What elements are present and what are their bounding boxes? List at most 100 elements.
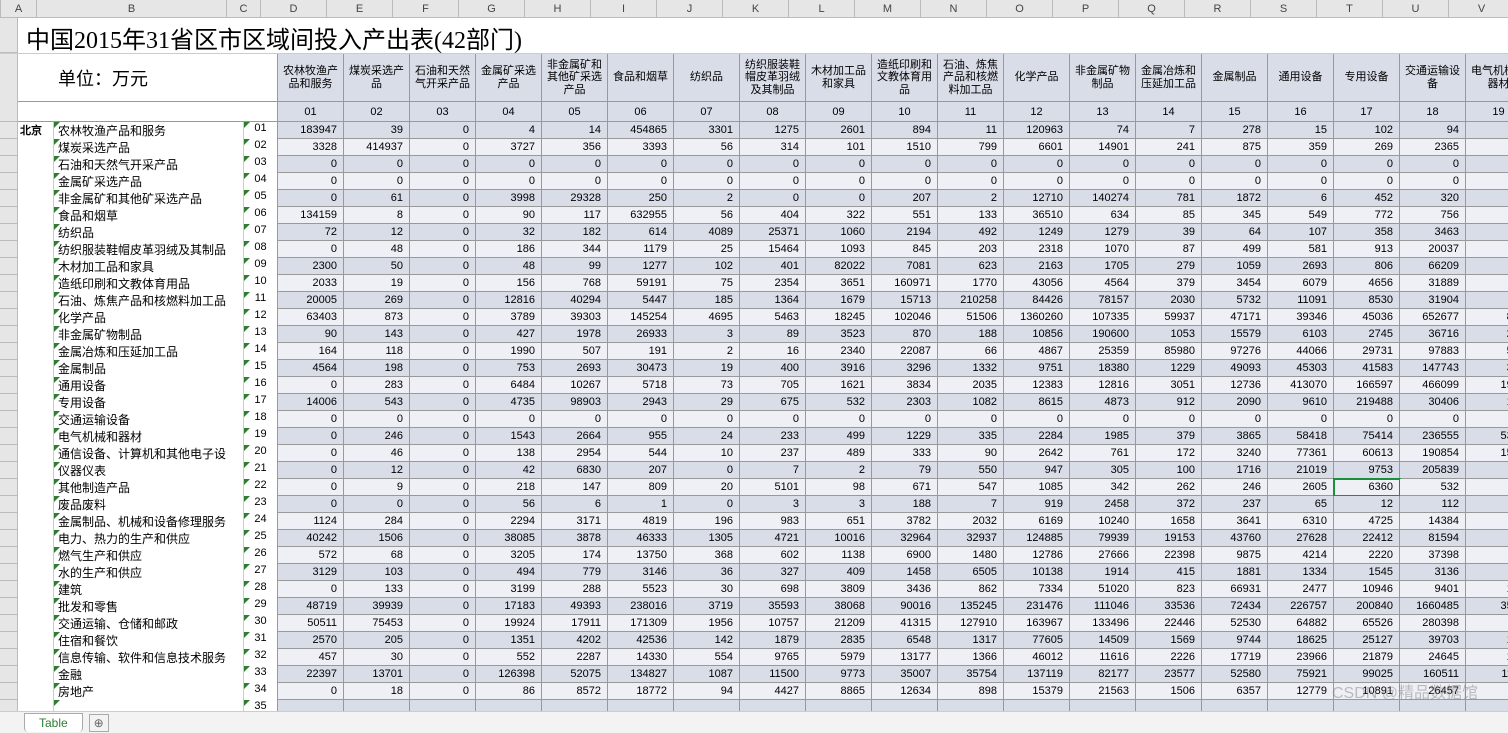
region-cell[interactable] <box>18 445 54 462</box>
data-cell[interactable]: 314 <box>740 139 806 156</box>
data-cell[interactable]: 875 <box>1202 139 1268 156</box>
sector-name-cell[interactable]: 水的生产和供应 <box>54 564 244 581</box>
data-cell[interactable]: 189 <box>1466 632 1508 649</box>
data-cell[interactable]: 25 <box>674 241 740 258</box>
data-cell[interactable]: 1351 <box>476 632 542 649</box>
data-cell[interactable]: 6169 <box>1004 513 1070 530</box>
data-cell[interactable]: 552 <box>476 649 542 666</box>
data-cell[interactable]: 4725 <box>1334 513 1400 530</box>
sector-name-cell[interactable]: 房地产 <box>54 683 244 700</box>
data-cell[interactable]: 356 <box>542 139 608 156</box>
data-cell[interactable]: 11 <box>938 122 1004 139</box>
data-cell[interactable]: 413070 <box>1268 377 1334 394</box>
data-cell[interactable]: 5447 <box>608 292 674 309</box>
data-cell[interactable]: 72434 <box>1202 598 1268 615</box>
data-cell[interactable]: 36510 <box>1004 207 1070 224</box>
data-cell[interactable]: 0 <box>344 156 410 173</box>
region-cell[interactable] <box>18 530 54 547</box>
data-cell[interactable]: 12779 <box>1268 683 1334 700</box>
data-cell[interactable]: 22412 <box>1334 530 1400 547</box>
data-cell[interactable]: 2226 <box>1136 649 1202 666</box>
data-cell[interactable]: 101 <box>806 139 872 156</box>
data-cell[interactable]: 544 <box>608 445 674 462</box>
data-cell[interactable]: 278 <box>1202 122 1268 139</box>
data-cell[interactable]: 46 <box>344 445 410 462</box>
data-cell[interactable]: 401 <box>740 258 806 275</box>
data-cell[interactable]: 5732 <box>1202 292 1268 309</box>
data-cell[interactable]: 0 <box>740 156 806 173</box>
data-cell[interactable]: 20 <box>674 479 740 496</box>
data-cell[interactable]: 51506 <box>938 309 1004 326</box>
data-cell[interactable]: 4735 <box>476 394 542 411</box>
data-cell[interactable]: 0 <box>1202 173 1268 190</box>
data-cell[interactable]: 0 <box>410 224 476 241</box>
sector-code-cell[interactable]: 05 <box>244 190 278 207</box>
data-cell[interactable]: 89 <box>740 326 806 343</box>
data-cell[interactable]: 851 <box>1466 309 1508 326</box>
data-cell[interactable]: 145254 <box>608 309 674 326</box>
data-cell[interactable]: 1480 <box>938 547 1004 564</box>
data-cell[interactable]: 99 <box>542 258 608 275</box>
data-cell[interactable]: 52580 <box>1202 666 1268 683</box>
data-cell[interactable]: 492 <box>938 224 1004 241</box>
data-cell[interactable]: 1569 <box>1136 632 1202 649</box>
data-cell[interactable]: 38068 <box>806 598 872 615</box>
data-cell[interactable]: 32964 <box>872 530 938 547</box>
data-cell[interactable]: 21879 <box>1334 649 1400 666</box>
data-cell[interactable]: 1279 <box>1070 224 1136 241</box>
data-cell[interactable]: 203 <box>938 241 1004 258</box>
data-cell[interactable]: 2303 <box>872 394 938 411</box>
data-cell[interactable]: 12 <box>344 462 410 479</box>
data-cell[interactable]: 3296 <box>872 360 938 377</box>
column-letter[interactable]: T <box>1317 0 1383 17</box>
column-letter[interactable]: F <box>393 0 459 17</box>
data-cell[interactable]: 5523 <box>608 581 674 598</box>
data-cell[interactable]: 142 <box>674 632 740 649</box>
data-cell[interactable]: 78157 <box>1070 292 1136 309</box>
data-cell[interactable]: 400 <box>740 360 806 377</box>
data-cell[interactable]: 0 <box>806 156 872 173</box>
data-cell[interactable]: 2030 <box>1136 292 1202 309</box>
data-cell[interactable]: 61 <box>344 190 410 207</box>
data-cell[interactable]: 5979 <box>806 649 872 666</box>
data-cell[interactable]: 0 <box>1334 411 1400 428</box>
sector-code-cell[interactable]: 01 <box>244 122 278 139</box>
data-cell[interactable]: 919 <box>1004 496 1070 513</box>
data-cell[interactable]: 1978 <box>542 326 608 343</box>
data-cell[interactable]: 250 <box>608 190 674 207</box>
data-cell[interactable]: 19 <box>344 275 410 292</box>
data-cell[interactable]: 15379 <box>1004 683 1070 700</box>
data-cell[interactable]: 345 <box>1202 207 1268 224</box>
data-cell[interactable]: 40242 <box>278 530 344 547</box>
data-cell[interactable]: 190854 <box>1400 445 1466 462</box>
data-cell[interactable]: 66931 <box>1202 581 1268 598</box>
column-letter[interactable]: S <box>1251 0 1317 17</box>
data-cell[interactable]: 13177 <box>872 649 938 666</box>
data-cell[interactable]: 0 <box>278 156 344 173</box>
data-cell[interactable]: 772 <box>1334 207 1400 224</box>
data-cell[interactable]: 10240 <box>1070 513 1136 530</box>
data-cell[interactable]: 14006 <box>278 394 344 411</box>
data-cell[interactable]: 163967 <box>1004 615 1070 632</box>
sector-code-cell[interactable]: 29 <box>244 598 278 615</box>
data-cell[interactable]: 1277 <box>608 258 674 275</box>
data-cell[interactable]: 218 <box>476 479 542 496</box>
data-cell[interactable]: 0 <box>872 411 938 428</box>
data-cell[interactable]: 0 <box>674 156 740 173</box>
sector-code-cell[interactable]: 31 <box>244 632 278 649</box>
sector-code-cell[interactable]: 25 <box>244 530 278 547</box>
data-cell[interactable]: 3436 <box>872 581 938 598</box>
data-cell[interactable]: 40294 <box>542 292 608 309</box>
column-letter[interactable]: V <box>1449 0 1508 17</box>
data-cell[interactable]: 466099 <box>1400 377 1466 394</box>
data-cell[interactable]: 372 <box>1136 496 1202 513</box>
data-cell[interactable]: 0 <box>410 190 476 207</box>
data-cell[interactable]: 97276 <box>1202 343 1268 360</box>
sector-code-cell[interactable]: 03 <box>244 156 278 173</box>
data-cell[interactable]: 6484 <box>476 377 542 394</box>
data-cell[interactable]: 143 <box>344 326 410 343</box>
data-cell[interactable]: 898 <box>938 683 1004 700</box>
data-cell[interactable]: 1658 <box>1136 513 1202 530</box>
data-cell[interactable]: 1506 <box>344 530 410 547</box>
data-cell[interactable]: 507 <box>542 343 608 360</box>
